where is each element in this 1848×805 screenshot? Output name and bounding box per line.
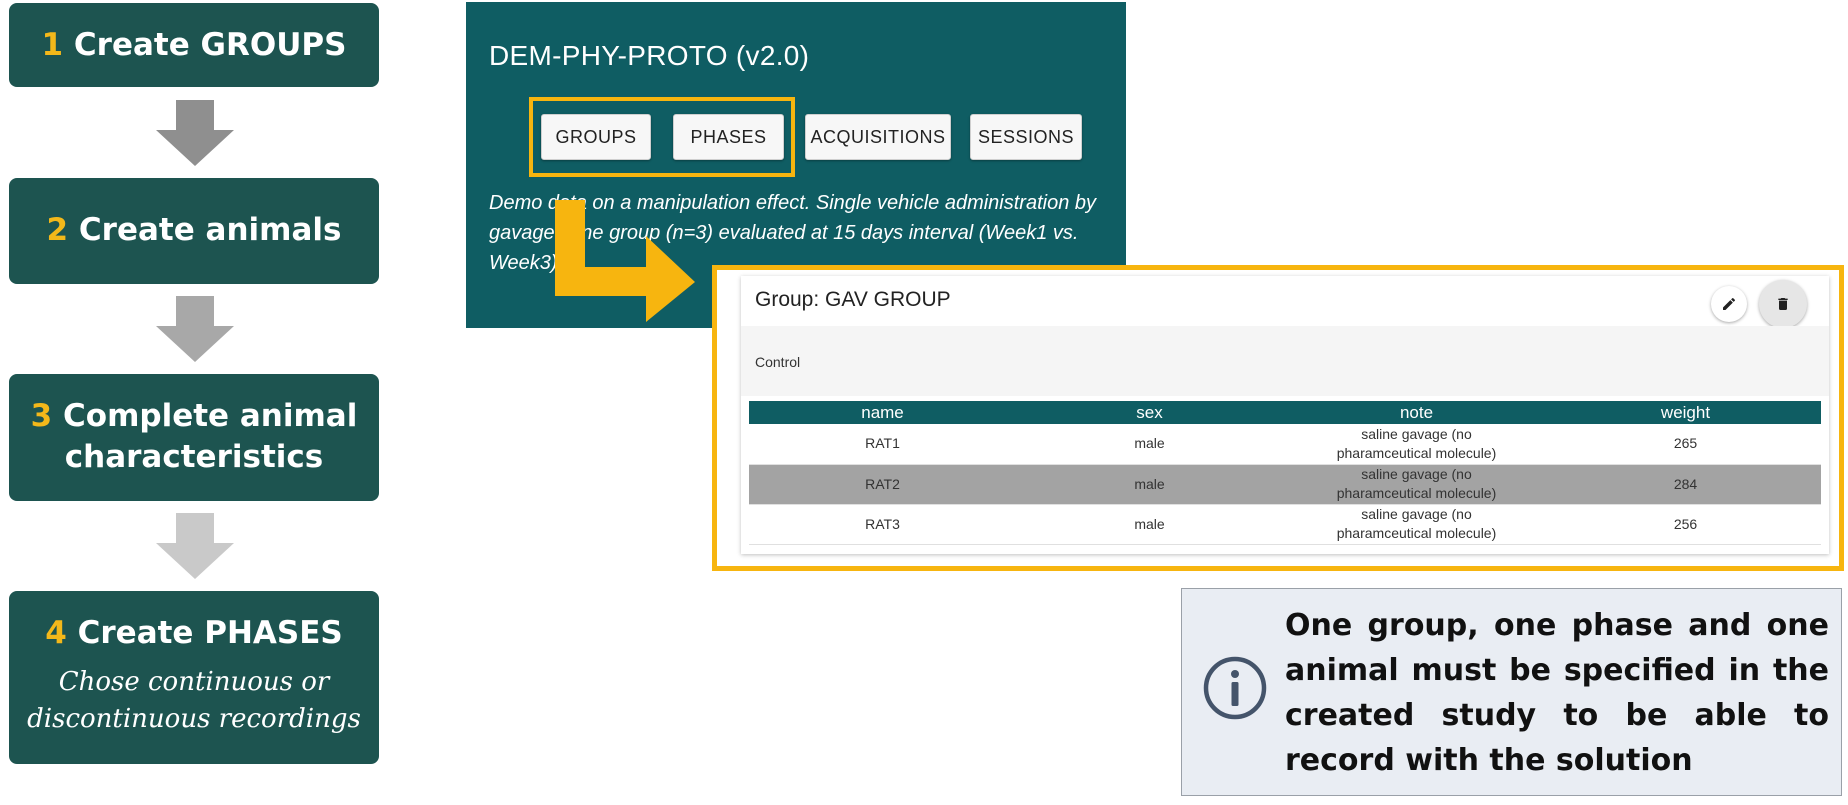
delete-group-button[interactable] — [1759, 280, 1807, 328]
step-create-animals: 2 Create animals — [9, 178, 379, 284]
cell-note: saline gavage (no pharamceutical molecul… — [1283, 504, 1550, 545]
step-number: 3 — [30, 398, 53, 434]
group-header: Group: GAV GROUP — [741, 276, 1829, 328]
step-title: Create GROUPS — [73, 27, 347, 63]
step-create-phases: 4 Create PHASES Chose continuous or disc… — [9, 591, 379, 764]
cell-name: RAT1 — [749, 424, 1016, 465]
cell-note: saline gavage (no pharamceutical molecul… — [1283, 464, 1550, 505]
cell-sex: male — [1016, 424, 1283, 465]
pencil-icon — [1723, 297, 1736, 310]
table-header-row: name sex note weight — [749, 401, 1821, 424]
info-circle-icon — [1203, 656, 1267, 720]
info-text: One group, one phase and one animal must… — [1285, 608, 1829, 778]
group-description-area: Control — [741, 326, 1829, 396]
cell-sex: male — [1016, 464, 1283, 505]
phases-button[interactable]: PHASES — [673, 114, 784, 160]
cell-weight: 284 — [1550, 464, 1821, 505]
column-header[interactable]: note — [1283, 401, 1550, 424]
step-title: Complete animal — [63, 398, 358, 434]
group-title: Group: GAV GROUP — [755, 288, 951, 311]
column-header[interactable]: name — [749, 401, 1016, 424]
cell-name: RAT3 — [749, 504, 1016, 545]
step-subtitle-line2: discontinuous recordings — [27, 704, 361, 734]
study-title: DEM-PHY-PROTO (v2.0) — [489, 40, 810, 71]
animals-table: name sex note weight RAT1 male saline ga… — [749, 401, 1821, 545]
step-number: 1 — [41, 27, 64, 63]
group-card: Group: GAV GROUP Control name sex note w… — [741, 276, 1829, 554]
cell-note: saline gavage (no pharamceutical molecul… — [1283, 424, 1550, 465]
acquisitions-button[interactable]: ACQUISITIONS — [805, 114, 951, 160]
column-header[interactable]: weight — [1550, 401, 1821, 424]
step-number: 2 — [46, 212, 69, 248]
step-title: Create PHASES — [77, 615, 343, 651]
edit-group-button[interactable] — [1711, 286, 1747, 322]
info-box: One group, one phase and one animal must… — [1181, 588, 1842, 796]
cell-weight: 265 — [1550, 424, 1821, 465]
table-row[interactable]: RAT1 male saline gavage (no pharamceutic… — [749, 424, 1821, 465]
cell-weight: 256 — [1550, 504, 1821, 545]
group-highlight-frame: Group: GAV GROUP Control name sex note w… — [712, 265, 1844, 571]
step-title: Create animals — [78, 212, 342, 248]
sessions-button[interactable]: SESSIONS — [970, 114, 1082, 160]
down-arrow-icon — [156, 100, 234, 166]
group-description: Control — [755, 354, 801, 370]
connector-arrow-icon — [555, 200, 695, 322]
step-number: 4 — [45, 615, 67, 651]
step-title-line2: characteristics — [64, 439, 324, 475]
trash-icon — [1778, 298, 1788, 310]
table-row[interactable]: RAT2 male saline gavage (no pharamceutic… — [749, 464, 1821, 505]
step-subtitle-line1: Chose continuous or — [58, 667, 330, 697]
down-arrow-icon — [156, 513, 234, 579]
groups-button[interactable]: GROUPS — [541, 114, 651, 160]
table-row[interactable]: RAT3 male saline gavage (no pharamceutic… — [749, 504, 1821, 545]
cell-sex: male — [1016, 504, 1283, 545]
step-create-groups: 1 Create GROUPS — [9, 3, 379, 87]
cell-name: RAT2 — [749, 464, 1016, 505]
down-arrow-icon — [156, 296, 234, 362]
column-header[interactable]: sex — [1016, 401, 1283, 424]
step-complete-characteristics: 3 Complete animal characteristics — [9, 374, 379, 501]
